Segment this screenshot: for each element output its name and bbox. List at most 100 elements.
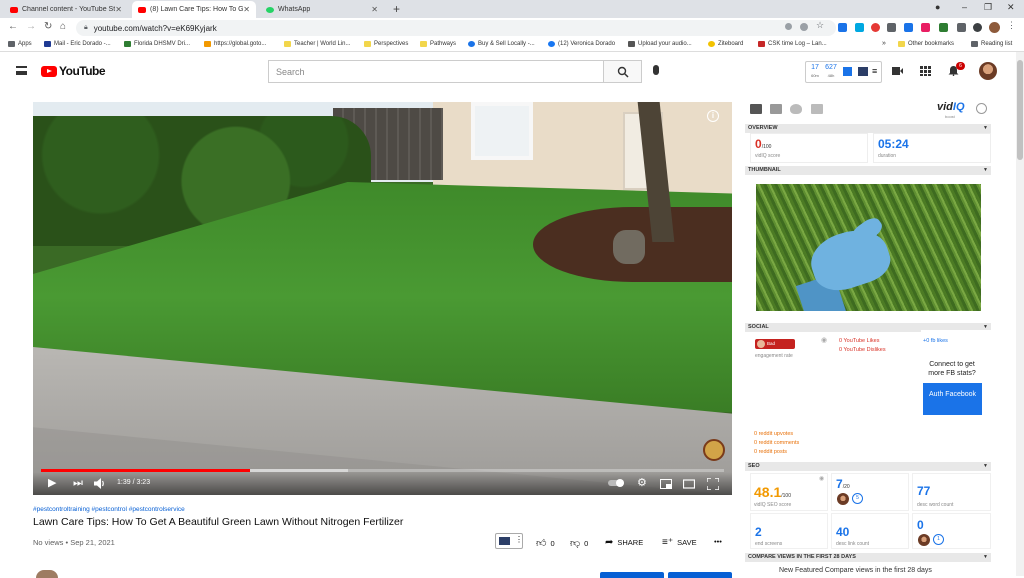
extension-icon[interactable] [939,23,948,32]
extension-icon[interactable] [871,23,880,32]
share-button[interactable]: ➦ SHARE [605,537,643,548]
other-bookmarks[interactable]: Other bookmarks [898,41,954,47]
tab-lawn-care-video[interactable]: (8) Lawn Care Tips: How To Get A ✕ [132,1,256,18]
maximize-icon[interactable]: ❐ [984,2,992,13]
thumbnail-header[interactable]: THUMBNAIL ▼ [745,166,991,175]
puzzle-extensions-icon[interactable] [957,23,966,32]
video-hashtags[interactable]: #pestcontroltraining #pestcontrol #pestc… [33,506,185,513]
fullscreen-icon[interactable] [707,478,719,490]
next-icon[interactable]: ⏭︎ [73,477,83,489]
auth-facebook-button[interactable]: Auth Facebook [923,383,982,415]
extension-icon[interactable] [838,23,847,32]
desc-word-count-value: 77 [917,484,931,498]
home-icon[interactable]: ⌂ [60,21,66,32]
create-video-icon[interactable] [892,66,903,76]
channel-watermark[interactable] [703,439,725,461]
settings-gear-icon[interactable]: ⚙ [637,477,647,489]
video-frame-window [471,102,533,160]
search-input[interactable]: Search [268,60,604,83]
like-button[interactable]: 👍︎ 0 [536,537,555,549]
extension-icon[interactable] [887,23,896,32]
back-icon[interactable]: ← [8,21,18,32]
bookmark-upload-audio[interactable]: Upload your audio... [628,41,692,47]
extension-icon[interactable] [921,23,930,32]
scrollbar-thumb[interactable] [1017,60,1023,160]
vidiq-power-icon[interactable] [976,103,987,114]
bookmark-perspectives[interactable]: Perspectives [364,41,408,47]
desc-link-count-box: 40 desc link count [831,513,909,549]
vidiq-video-button[interactable]: ⋮ [495,533,523,549]
tag-ring-icon: 5 [852,493,863,504]
save-button[interactable]: ≡⁺ SAVE [662,537,697,548]
info-icon[interactable]: i [707,110,719,122]
video-player[interactable]: i ▶ ⏭︎ 1:39 / 3:23 ⚙ [33,102,732,495]
media-icon[interactable] [973,23,982,32]
visibility-eye-icon[interactable]: ◉ [819,475,824,482]
bookmark-ziteboard[interactable]: Ziteboard [708,41,743,47]
avatar[interactable] [979,62,997,80]
trend-tab-icon[interactable] [811,104,823,114]
volume-icon[interactable] [94,478,106,489]
youtube-logo[interactable]: YouTube [41,64,106,78]
close-tab-icon[interactable]: ✕ [243,5,250,14]
seo-header[interactable]: SEO ▼ [745,462,991,471]
bookmark-teacher[interactable]: Teacher | World Lin... [284,41,350,47]
bookmark-star-icon[interactable]: ☆ [816,20,825,30]
twitter-tab-icon[interactable] [790,104,802,114]
vidiq-grid-tab-icon[interactable] [750,104,762,114]
minimize-icon[interactable]: – [962,2,967,12]
install-icon[interactable] [785,23,792,30]
end-screens-box: 2 end screens [750,513,828,549]
audio-icon [628,41,635,47]
search-button[interactable] [604,60,642,83]
analytics-button[interactable] [600,572,664,578]
reload-icon[interactable]: ↻ [44,21,52,32]
tab-channel-content[interactable]: Channel content - YouTube Studi ✕ [4,1,128,18]
like-count: 0 [550,538,555,548]
reading-list[interactable]: Reading list [971,41,1012,47]
profile-avatar[interactable] [989,22,1000,33]
vidiq-list-tab-icon[interactable] [770,104,782,114]
browser-menu-icon[interactable]: ⋮ [1007,20,1016,30]
page-scrollbar[interactable] [1016,52,1024,576]
miniplayer-icon[interactable] [660,479,672,489]
autoplay-toggle[interactable] [608,479,624,487]
close-tab-icon[interactable]: ✕ [115,5,122,14]
edit-video-button[interactable] [668,572,732,578]
reddit-upvotes: 0 reddit upvotes [754,431,794,437]
bookmark-apps[interactable]: Apps [8,41,32,47]
overview-header[interactable]: OVERVIEW ▼ [745,124,991,133]
vidiq-header-stats[interactable]: 17 60m 627 48h ≡ [805,61,882,83]
extension-icon[interactable] [855,23,864,32]
bookmark-goto[interactable]: https://global.goto... [204,41,266,47]
bookmark-facebook[interactable]: (12) Veronica Dorado [548,41,615,47]
play-icon[interactable]: ▶ [48,477,56,489]
zoom-icon[interactable] [800,23,808,31]
theater-mode-icon[interactable] [683,479,695,489]
url-field[interactable]: 🔒︎ youtube.com/watch?v=eK69Kyjark [76,20,836,36]
visibility-eye-icon[interactable]: ◉ [821,336,827,344]
channel-avatar[interactable] [36,570,58,578]
apps-grid-icon[interactable] [920,66,931,76]
profile-circle-icon[interactable]: ● [935,2,940,12]
bookmark-pathways[interactable]: Pathways [420,41,456,47]
bookmark-dhsmv[interactable]: Florida DHSMV Dri... [124,41,190,47]
new-tab-icon[interactable]: + [393,2,400,16]
close-tab-icon[interactable]: ✕ [371,5,378,14]
more-bookmarks-icon[interactable]: » [882,40,886,47]
vidiq-extension-icon[interactable] [904,23,913,32]
tab-whatsapp[interactable]: WhatsApp ✕ [260,1,384,18]
hamburger-menu-icon[interactable] [16,66,27,75]
video-thumbnail[interactable] [756,184,981,311]
bookmark-buy-sell[interactable]: Buy & Sell Locally -... [468,41,535,47]
microphone-icon[interactable] [653,65,659,75]
close-window-icon[interactable]: ✕ [1007,2,1015,13]
more-actions-button[interactable]: ••• [714,537,722,546]
bookmark-csk[interactable]: CSK time Log – Lan... [758,41,827,47]
bookmark-mail[interactable]: Mail - Eric Dorado -... [44,41,111,47]
compare-views-header[interactable]: COMPARE VIEWS IN THE FIRST 28 DAYS ▼ [745,553,991,562]
vidiq-menu-icon: ≡ [872,66,878,76]
dislike-button[interactable]: 👎︎ 0 [570,537,588,549]
forward-icon[interactable]: → [26,21,36,32]
folder-icon [420,41,427,47]
